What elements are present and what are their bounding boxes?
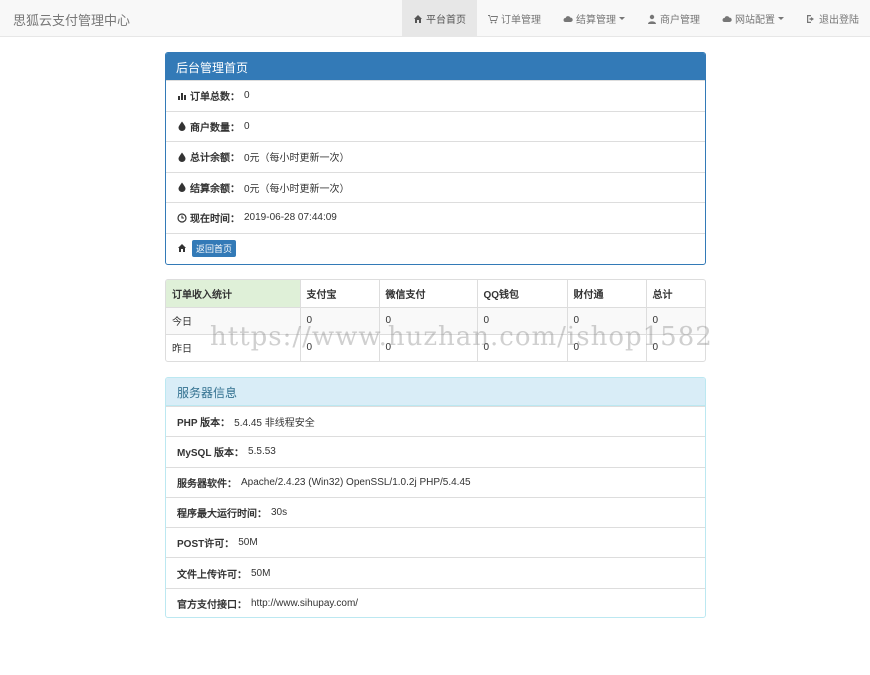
- item-label: MySQL 版本：: [177, 444, 244, 459]
- column-header: 微信支付: [379, 280, 477, 307]
- brand-title[interactable]: 思狐云支付管理中心: [13, 10, 130, 29]
- overview-panel: 后台管理首页 订单总数： 0 商户数量： 0 总计余额： 0元（每小时更新一次）…: [165, 52, 706, 265]
- list-item-mysql-version: MySQL 版本： 5.5.53: [166, 436, 705, 466]
- main-nav: 平台首页 订单管理 结算管理 商户管理 网站配置 退出登陆: [402, 0, 870, 37]
- item-label: 订单总数：: [190, 88, 240, 103]
- table-cell: 0: [567, 334, 646, 361]
- list-item-settle-balance: 结算余额： 0元（每小时更新一次）: [166, 172, 705, 203]
- column-header: 支付宝: [300, 280, 379, 307]
- table-cell: 0: [379, 334, 477, 361]
- nav-settle-label: 结算管理: [576, 11, 616, 26]
- column-header: QQ钱包: [477, 280, 567, 307]
- chevron-down-icon: [619, 17, 625, 20]
- item-label: 服务器软件：: [177, 475, 237, 490]
- list-item-max-exec-time: 程序最大运行时间： 30s: [166, 497, 705, 527]
- item-label: 程序最大运行时间：: [177, 505, 267, 520]
- list-item-server-software: 服务器软件： Apache/2.4.23 (Win32) OpenSSL/1.0…: [166, 467, 705, 497]
- table-header-row: 订单收入统计 支付宝 微信支付 QQ钱包 财付通 总计: [166, 280, 705, 307]
- list-item-upload-limit: 文件上传许可： 50M: [166, 557, 705, 587]
- table-row: 今日 0 0 0 0 0: [166, 307, 705, 334]
- list-item-back: 返回首页: [166, 233, 705, 264]
- list-item-merchant-count: 商户数量： 0: [166, 111, 705, 142]
- column-header: 财付通: [567, 280, 646, 307]
- server-info-panel: 服务器信息 PHP 版本： 5.4.45 非线程安全 MySQL 版本： 5.5…: [165, 377, 706, 618]
- list-item-order-count: 订单总数： 0: [166, 80, 705, 111]
- table-cell: 0: [646, 334, 705, 361]
- chevron-down-icon: [778, 17, 784, 20]
- table-cell: 0: [567, 307, 646, 334]
- nav-home[interactable]: 平台首页: [402, 0, 477, 37]
- table-cell: 0: [300, 334, 379, 361]
- back-home-button[interactable]: 返回首页: [192, 240, 236, 257]
- top-navbar: 思狐云支付管理中心 平台首页 订单管理 结算管理 商户管理 网站配置 退出登陆: [0, 0, 870, 37]
- nav-settle[interactable]: 结算管理: [552, 0, 636, 37]
- item-value: 0元（每小时更新一次）: [244, 180, 350, 195]
- item-label: PHP 版本：: [177, 414, 230, 429]
- table-cell: 0: [477, 307, 567, 334]
- item-label: 结算余额：: [190, 180, 240, 195]
- server-info-title: 服务器信息: [166, 378, 705, 406]
- column-header: 总计: [646, 280, 705, 307]
- item-label: 文件上传许可：: [177, 566, 247, 581]
- home-icon: [177, 243, 187, 253]
- column-header: 订单收入统计: [166, 280, 300, 307]
- item-label: 现在时间：: [190, 210, 240, 225]
- nav-home-label: 平台首页: [426, 11, 466, 26]
- table-cell: 0: [379, 307, 477, 334]
- item-value: http://www.sihupay.com/: [251, 598, 358, 609]
- nav-merchants[interactable]: 商户管理: [636, 0, 711, 37]
- nav-site-label: 网站配置: [735, 11, 775, 26]
- item-value: 5.4.45 非线程安全: [234, 414, 315, 429]
- overview-panel-title: 后台管理首页: [166, 53, 705, 80]
- clock-icon: [177, 213, 187, 223]
- item-label: 官方支付接口：: [177, 596, 247, 611]
- tint-icon: [177, 121, 187, 131]
- item-value: 2019-06-28 07:44:09: [244, 212, 337, 223]
- table-cell: 0: [646, 307, 705, 334]
- list-item-official-api: 官方支付接口： http://www.sihupay.com/: [166, 588, 705, 618]
- cloud-icon: [722, 14, 732, 24]
- nav-orders-label: 订单管理: [501, 11, 541, 26]
- item-value: 50M: [251, 568, 270, 579]
- tint-icon: [177, 182, 187, 192]
- nav-logout[interactable]: 退出登陆: [795, 0, 870, 37]
- item-value: 50M: [238, 537, 257, 548]
- item-value: 0元（每小时更新一次）: [244, 149, 350, 164]
- table-cell: 0: [477, 334, 567, 361]
- table-cell: 昨日: [166, 334, 300, 361]
- table-row: 昨日 0 0 0 0 0: [166, 334, 705, 361]
- table-cell: 0: [300, 307, 379, 334]
- item-label: 总计余额：: [190, 149, 240, 164]
- income-stats-panel: 订单收入统计 支付宝 微信支付 QQ钱包 财付通 总计 今日 0 0 0 0 0…: [165, 279, 706, 362]
- item-label: POST许可：: [177, 535, 234, 550]
- item-value: 30s: [271, 507, 287, 518]
- nav-site[interactable]: 网站配置: [711, 0, 795, 37]
- cart-icon: [488, 14, 498, 24]
- list-item-total-balance: 总计余额： 0元（每小时更新一次）: [166, 141, 705, 172]
- table-cell: 今日: [166, 307, 300, 334]
- item-value: 5.5.53: [248, 446, 276, 457]
- list-item-post-limit: POST许可： 50M: [166, 527, 705, 557]
- home-icon: [413, 14, 423, 24]
- list-item-current-time: 现在时间： 2019-06-28 07:44:09: [166, 202, 705, 233]
- nav-orders[interactable]: 订单管理: [477, 0, 552, 37]
- nav-logout-label: 退出登陆: [819, 11, 859, 26]
- item-value: Apache/2.4.23 (Win32) OpenSSL/1.0.2j PHP…: [241, 477, 471, 488]
- nav-merchants-label: 商户管理: [660, 11, 700, 26]
- item-value: 0: [244, 121, 250, 132]
- tint-icon: [177, 152, 187, 162]
- item-label: 商户数量：: [190, 119, 240, 134]
- logout-icon: [806, 14, 816, 24]
- income-stats-table: 订单收入统计 支付宝 微信支付 QQ钱包 财付通 总计 今日 0 0 0 0 0…: [166, 280, 705, 361]
- bar-chart-icon: [177, 91, 187, 101]
- user-icon: [647, 14, 657, 24]
- list-item-php-version: PHP 版本： 5.4.45 非线程安全: [166, 406, 705, 436]
- item-value: 0: [244, 90, 250, 101]
- cloud-icon: [563, 14, 573, 24]
